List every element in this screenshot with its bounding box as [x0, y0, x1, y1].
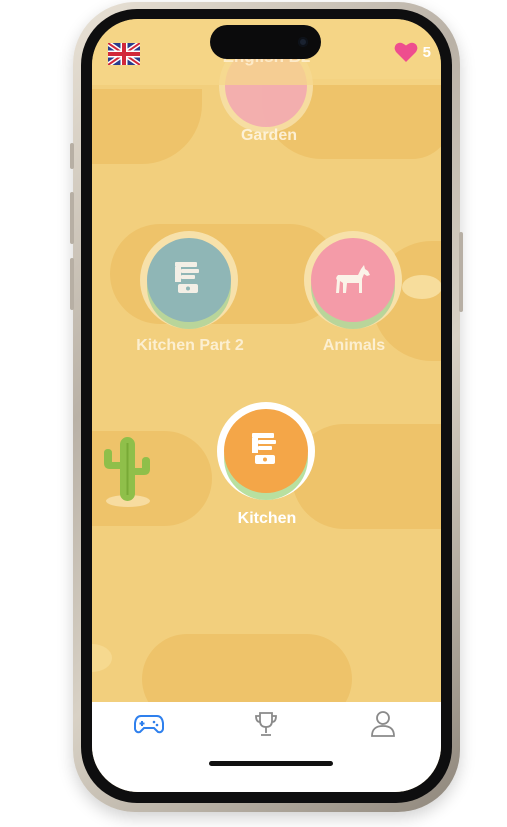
volume-up-button	[70, 192, 74, 244]
sand-island	[92, 644, 112, 672]
blender-icon	[175, 262, 199, 293]
dynamic-island	[210, 25, 321, 59]
blender-icon	[252, 433, 276, 464]
mute-switch	[70, 143, 74, 169]
cactus-icon	[104, 437, 150, 507]
lesson-kitchen[interactable]: Kitchen	[217, 402, 317, 527]
lesson-label: Kitchen Part 2	[136, 337, 244, 354]
heart-icon	[394, 42, 418, 62]
lesson-map[interactable]: Garden Kitchen Part 2 Animals Kitchen	[92, 19, 441, 724]
sand-island	[402, 275, 441, 299]
power-button	[459, 232, 463, 312]
lesson-label: Kitchen	[237, 510, 297, 527]
camera-icon	[298, 37, 308, 47]
tab-leaderboard[interactable]	[246, 708, 286, 740]
hearts-count: 5	[422, 43, 431, 61]
hearts-counter[interactable]: 5	[394, 41, 431, 63]
uk-flag-icon[interactable]	[108, 43, 140, 65]
app-screen: Garden Kitchen Part 2 Animals Kitchen 5	[92, 19, 441, 792]
lesson-kitchen-part-2[interactable]: Kitchen Part 2	[136, 231, 244, 354]
profile-icon	[371, 711, 395, 737]
lesson-label: Garden	[240, 127, 297, 144]
lesson-label: Animals	[322, 337, 386, 354]
gamepad-icon	[134, 715, 164, 734]
home-indicator[interactable]	[209, 761, 333, 766]
bottom-tab-bar	[92, 702, 441, 792]
volume-down-button	[70, 258, 74, 310]
tab-profile[interactable]	[363, 708, 403, 740]
horse-icon	[336, 265, 370, 293]
lesson-animals[interactable]: Animals	[304, 231, 404, 354]
tab-play[interactable]	[129, 708, 169, 740]
trophy-icon	[255, 712, 277, 736]
header-bar: English B2 5	[92, 19, 441, 85]
